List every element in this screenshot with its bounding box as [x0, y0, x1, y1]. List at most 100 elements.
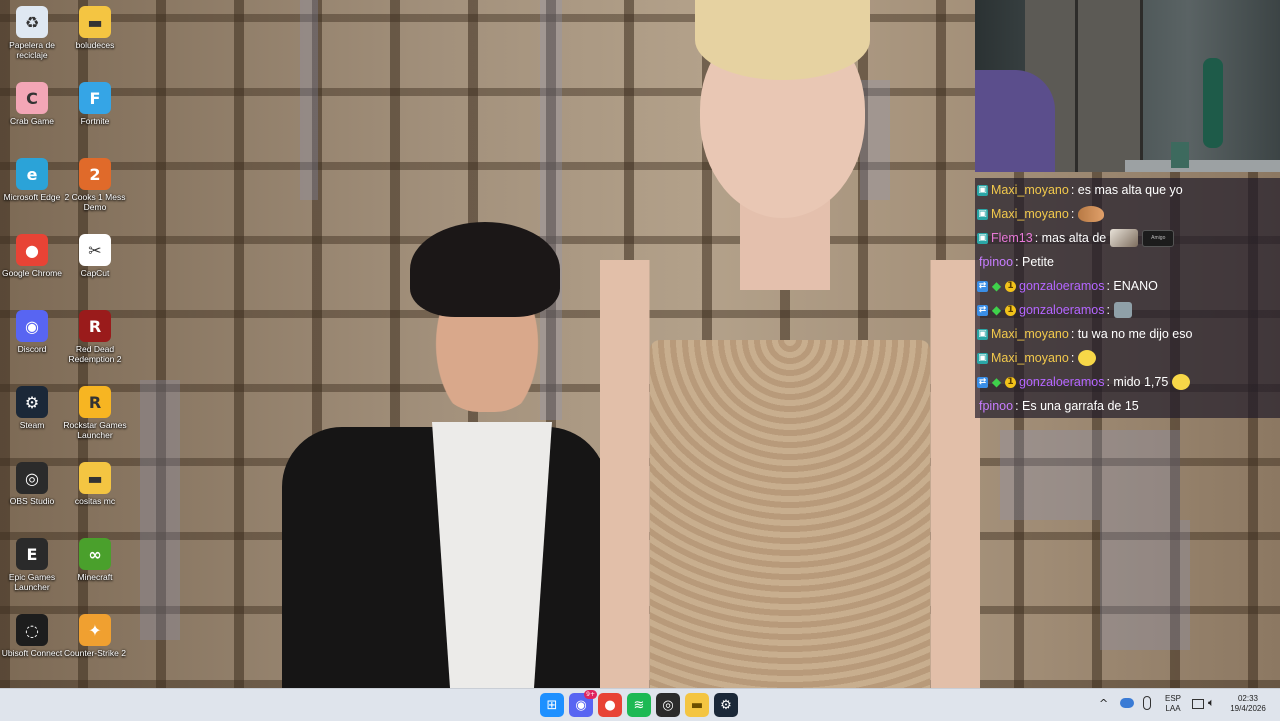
tray-chevron-icon[interactable]: ^: [1099, 697, 1108, 710]
chrome-icon: ●: [16, 234, 48, 266]
desktop-icon[interactable]: ◌ Ubisoft Connect: [0, 610, 65, 682]
crab-game-icon: C: [16, 82, 48, 114]
chat-message: ⇄ ◆ 1 gonzaloeramos: ENANO: [975, 274, 1280, 298]
desktop-icon[interactable]: ◎ OBS Studio: [0, 458, 65, 530]
chat-text: :: [1070, 207, 1075, 221]
chat-message: ▣ Flem13: mas alta de Amigo: [975, 226, 1280, 250]
desktop-icon[interactable]: ▬ cositas mc: [62, 458, 128, 530]
clock-time: 02:33: [1237, 694, 1259, 703]
desktop-icon[interactable]: ♻ Papelera de reciclaje: [0, 2, 65, 74]
desktop-icon[interactable]: F Fortnite: [62, 78, 128, 150]
chat-username[interactable]: Maxi_moyano: [991, 207, 1069, 221]
chat-emote: [1078, 206, 1105, 222]
desktop-icon-label: Papelera de reciclaje: [9, 40, 55, 60]
chat-username[interactable]: Maxi_moyano: [991, 327, 1069, 341]
desktop-icon-label: Microsoft Edge: [3, 192, 61, 202]
chat-username[interactable]: gonzaloeramos: [1019, 375, 1104, 389]
taskbar-spotify-button[interactable]: ≋: [627, 693, 651, 717]
rockstar-icon: R: [79, 386, 111, 418]
chat-username[interactable]: Maxi_moyano: [991, 351, 1069, 365]
desktop-icon[interactable]: ● Google Chrome: [0, 230, 65, 302]
desktop-icon[interactable]: ⚙ Steam: [0, 382, 65, 454]
discord-icon: ◉: [575, 697, 587, 713]
notification-badge: 9+: [584, 690, 597, 699]
fortnite-icon: F: [79, 82, 111, 114]
gem-badge-icon: ◆: [991, 278, 1002, 293]
desktop-icon-grid: ♻ Papelera de reciclaje ▬ boludeces C Crab Ga…: [0, 0, 140, 688]
chat-message: ▣ Maxi_moyano: es mas alta que yo: [975, 178, 1280, 202]
desktop-icon-label: Red Dead Redemption 2: [68, 344, 122, 364]
desktop-icon-label: boludeces: [75, 40, 115, 50]
desktop-icon[interactable]: 22 Cooks 1 Mess Demo: [62, 154, 128, 226]
microphone-icon[interactable]: [1143, 696, 1151, 710]
chat-text: : ENANO: [1106, 279, 1158, 293]
lvl-badge-icon: 1: [1005, 376, 1016, 388]
steam-icon: ⚙: [16, 386, 48, 418]
lvl-badge-icon: 1: [1005, 280, 1016, 292]
taskbar-file-explorer-button[interactable]: ▬: [685, 693, 709, 717]
chat-emote: [1078, 350, 1097, 366]
folder-icon: ▬: [79, 462, 111, 494]
desktop-icon[interactable]: R Rockstar Games Launcher: [62, 382, 128, 454]
desktop-icon[interactable]: ∞ Minecraft: [62, 534, 128, 606]
share-badge-icon: ⇄: [977, 280, 988, 292]
volume-icon[interactable]: 🔈︎: [1208, 696, 1215, 710]
taskbar-discord-button[interactable]: ◉ 9+: [569, 690, 597, 717]
keyboard-layout: LAA: [1165, 704, 1181, 713]
gem-badge-icon: ◆: [991, 374, 1002, 389]
discord-icon: ◉: [16, 310, 48, 342]
steam-icon: ⚙: [720, 697, 732, 713]
photo-woman: [600, 0, 980, 688]
rdr2-icon: R: [79, 310, 111, 342]
chat-text: :: [1070, 351, 1075, 365]
sub-badge-icon: ▣: [977, 328, 988, 340]
chat-username[interactable]: fpinoo: [979, 399, 1013, 413]
man-hair: [410, 222, 560, 317]
chat-username[interactable]: fpinoo: [979, 255, 1013, 269]
desktop-icon-label: Google Chrome: [1, 268, 62, 278]
network-icon[interactable]: [1192, 699, 1204, 709]
wall-slat: [1000, 430, 1180, 520]
taskbar-obs-button[interactable]: ◎: [656, 693, 680, 717]
desktop-icon-label: Counter-Strike 2: [64, 648, 126, 658]
chat-username[interactable]: gonzaloeramos: [1019, 303, 1104, 317]
chat-emote: [1172, 374, 1191, 390]
minecraft-icon: ∞: [79, 538, 111, 570]
epic-games-icon: E: [16, 538, 48, 570]
chat-username[interactable]: Maxi_moyano: [991, 183, 1069, 197]
webcam-person: [975, 70, 1055, 172]
desktop-icon-label: Crab Game: [10, 116, 54, 126]
taskbar-chrome-button[interactable]: ●: [598, 693, 622, 717]
desktop-icon[interactable]: R Red Dead Redemption 2: [62, 306, 128, 378]
sub-badge-icon: ▣: [977, 232, 988, 244]
chat-username[interactable]: gonzaloeramos: [1019, 279, 1104, 293]
webcam-mug: [1171, 142, 1189, 168]
chat-emote: [1110, 229, 1139, 247]
desktop-icon-label: 2 Cooks 1 Mess Demo: [64, 192, 126, 212]
taskbar: ⊞ ◉ 9+ ● ≋ ◎ ▬ ⚙ ^ ESP LAA 🔈︎ 02:33 19/4/2026: [0, 688, 1280, 721]
cooks-game-icon: 2: [79, 158, 111, 190]
language-code: ESP: [1164, 694, 1181, 703]
language-indicator[interactable]: ESP LAA: [1162, 694, 1184, 714]
edge-icon: e: [16, 158, 48, 190]
obs-icon: ◎: [662, 697, 674, 713]
desktop-icon[interactable]: ▬ boludeces: [62, 2, 128, 74]
capcut-icon: ✂: [79, 234, 111, 266]
desktop-icon[interactable]: C Crab Game: [0, 78, 65, 150]
desktop-icon[interactable]: ✂ CapCut: [62, 230, 128, 302]
woman-hair: [695, 0, 870, 80]
chat-username[interactable]: Flem13: [991, 231, 1033, 245]
desktop-icon[interactable]: e Microsoft Edge: [0, 154, 65, 226]
stream-chat: ▣ Maxi_moyano: es mas alta que yo ▣ Maxi_mo…: [975, 178, 1280, 418]
desktop-icon[interactable]: E Epic Games Launcher: [0, 534, 65, 606]
taskbar-windows-start-button[interactable]: ⊞: [540, 693, 564, 717]
clock[interactable]: 02:33 19/4/2026: [1222, 694, 1274, 714]
share-badge-icon: ⇄: [977, 304, 988, 316]
desktop-icon[interactable]: ✦ Counter-Strike 2: [62, 610, 128, 682]
taskbar-steam-button[interactable]: ⚙: [714, 693, 738, 717]
onedrive-icon[interactable]: [1120, 698, 1134, 708]
chat-text: : tu wa no me dijo eso: [1070, 327, 1193, 341]
chat-text: : mido 1,75: [1106, 375, 1169, 389]
desktop-icon[interactable]: ◉ Discord: [0, 306, 65, 378]
recycle-bin-icon: ♻: [16, 6, 48, 38]
